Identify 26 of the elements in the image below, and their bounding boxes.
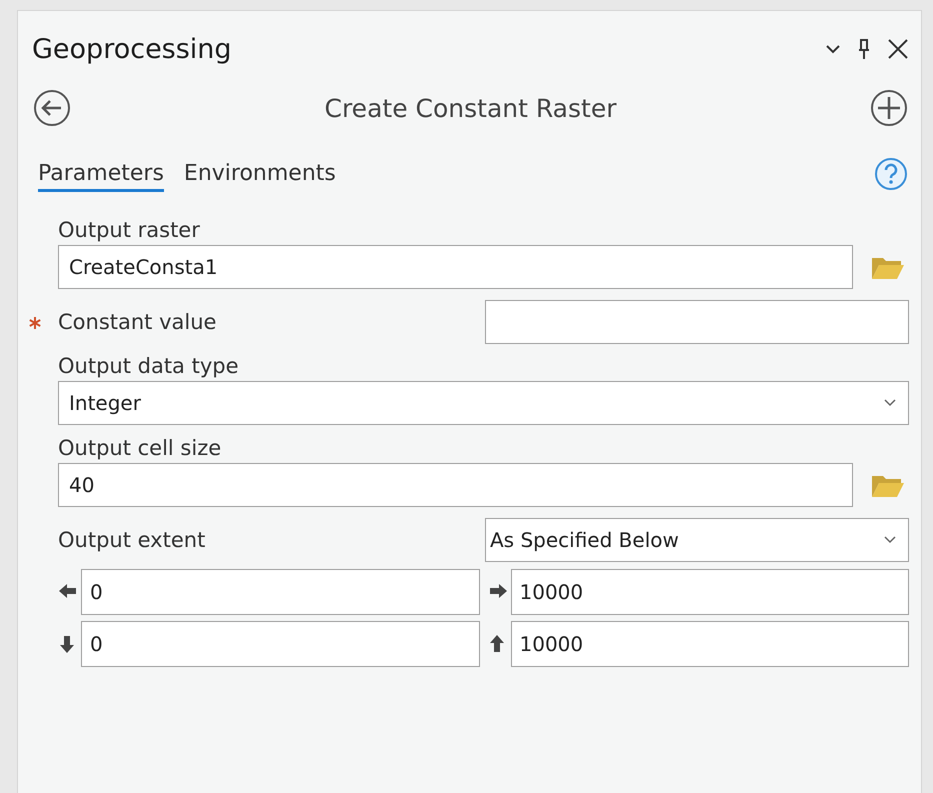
field-label: Output extent bbox=[57, 528, 206, 552]
help-icon[interactable] bbox=[873, 156, 909, 192]
pin-icon[interactable] bbox=[857, 38, 871, 60]
tool-title: Create Constant Raster bbox=[324, 94, 618, 122]
dropdown[interactable]: Integer bbox=[58, 381, 909, 425]
input-field[interactable]: 10000 bbox=[510, 569, 909, 615]
field-label: Output data type bbox=[57, 354, 239, 378]
close-icon[interactable] bbox=[887, 38, 909, 60]
field-label: Constant value bbox=[28, 310, 216, 334]
chevron-down-icon bbox=[884, 536, 896, 544]
input-field[interactable]: 40 bbox=[58, 463, 853, 507]
input-field[interactable] bbox=[485, 300, 909, 344]
field-label: Output raster bbox=[57, 218, 200, 242]
input-field[interactable]: 10000 bbox=[510, 621, 909, 667]
input-field[interactable]: 0 bbox=[81, 569, 480, 615]
chevron-down-icon[interactable] bbox=[825, 44, 841, 54]
chevron-down-icon bbox=[884, 399, 896, 407]
input-field[interactable]: 0 bbox=[81, 621, 480, 667]
dropdown[interactable]: As Specified Below bbox=[485, 518, 909, 562]
field-label: Output cell size bbox=[57, 436, 222, 460]
input-field[interactable]: CreateConsta1 bbox=[58, 245, 853, 289]
tab[interactable]: Parameters bbox=[38, 156, 164, 192]
required-icon bbox=[28, 316, 42, 330]
add-icon[interactable] bbox=[869, 88, 909, 128]
tab[interactable]: Environments bbox=[184, 156, 336, 192]
panel-title: Geoprocessing bbox=[32, 34, 233, 64]
